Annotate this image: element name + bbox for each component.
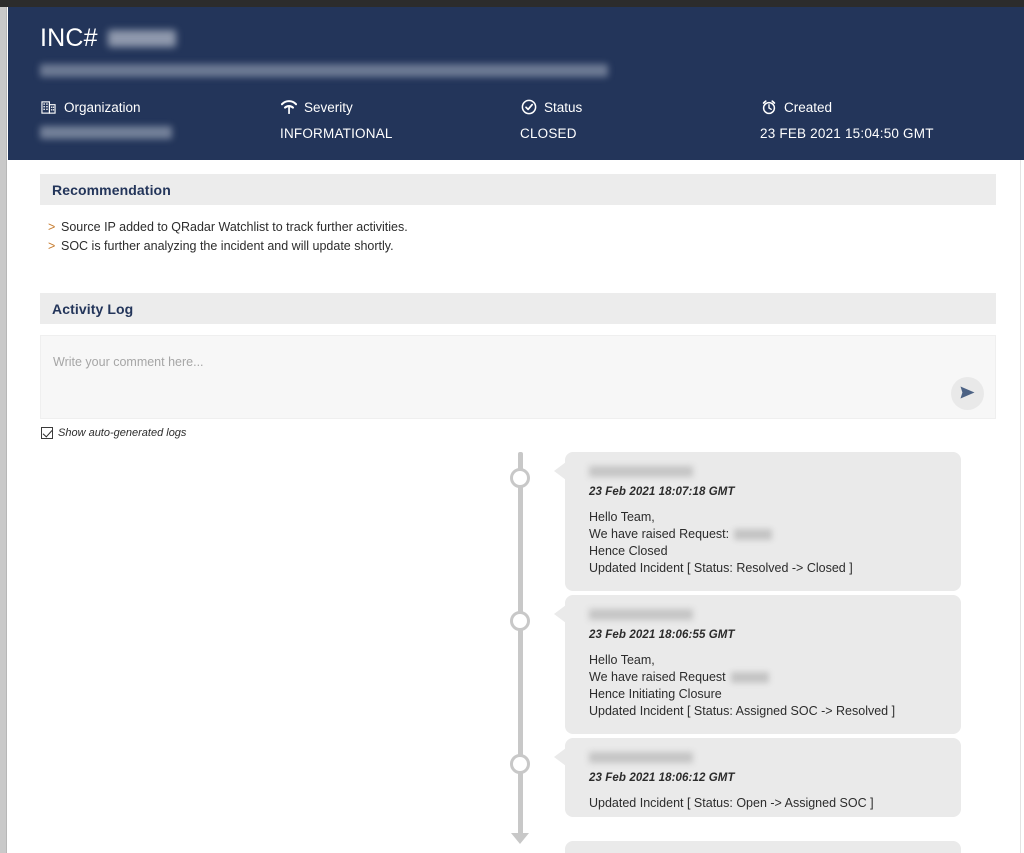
log-line: Hence Closed — [589, 543, 945, 560]
send-icon — [959, 385, 976, 403]
meta-status: Status CLOSED — [520, 97, 760, 142]
left-scroll-rail[interactable] — [0, 7, 7, 853]
log-line-text: Hence Initiating Closure — [589, 687, 722, 701]
comment-input[interactable] — [41, 336, 995, 418]
recommendation-item-text: SOC is further analyzing the incident an… — [61, 239, 394, 253]
log-author-redacted — [589, 752, 693, 763]
activity-log-card — [565, 841, 961, 853]
caret-icon: > — [48, 239, 56, 253]
meta-severity-head: Severity — [280, 97, 520, 117]
meta-organization-label: Organization — [64, 99, 141, 115]
send-comment-button[interactable] — [951, 377, 984, 410]
recommendation-list: > Source IP added to QRadar Watchlist to… — [48, 218, 1020, 256]
log-line-text: We have raised Request — [589, 670, 726, 684]
log-line: We have raised Request: — [589, 526, 945, 543]
incident-summary-redacted — [40, 64, 608, 77]
log-line-text: Updated Incident [ Status: Resolved -> C… — [589, 561, 853, 575]
incident-number-redacted — [107, 29, 176, 47]
comment-box — [40, 335, 996, 419]
meta-created-value: 23 FEB 2021 15:04:50 GMT — [760, 126, 934, 141]
request-id-redacted — [730, 672, 769, 683]
meta-organization-head: Organization — [40, 97, 280, 117]
card-notch-icon — [554, 605, 566, 623]
activity-log-section-header: Activity Log — [40, 293, 996, 324]
recommendation-item: > Source IP added to QRadar Watchlist to… — [48, 218, 1020, 237]
request-id-redacted — [734, 529, 773, 540]
timeline-line — [518, 452, 523, 837]
incident-body: Recommendation > Source IP added to QRad… — [8, 160, 1020, 853]
window-title-bar — [0, 0, 1024, 7]
incident-detail-page: INC# Organization Severity INFORMATIONAL… — [0, 0, 1024, 853]
show-auto-generated-logs-row[interactable]: Show auto-generated logs — [41, 427, 1020, 439]
log-timestamp: 23 Feb 2021 18:07:18 GMT — [589, 486, 735, 498]
status-badge: CLOSED — [520, 126, 577, 141]
activity-log-title: Activity Log — [52, 300, 134, 317]
log-line-text: We have raised Request: — [589, 527, 730, 541]
check-circle-icon — [520, 99, 537, 116]
log-line: Updated Incident [ Status: Assigned SOC … — [589, 703, 945, 720]
log-line: Hello Team, — [589, 652, 945, 669]
activity-timeline: 23 Feb 2021 18:07:18 GMT Hello Team, We … — [8, 452, 1020, 853]
meta-status-label: Status — [544, 99, 583, 115]
activity-log-card: 23 Feb 2021 18:07:18 GMT Hello Team, We … — [554, 452, 961, 591]
signal-bars-icon — [280, 99, 297, 116]
log-line-text: Hello Team, — [589, 510, 655, 524]
meta-organization-value-redacted — [40, 126, 172, 139]
log-line: Updated Incident [ Status: Resolved -> C… — [589, 560, 945, 577]
recommendation-title: Recommendation — [52, 181, 171, 198]
recommendation-item: > SOC is further analyzing the incident … — [48, 237, 1020, 256]
meta-severity-value: INFORMATIONAL — [280, 126, 393, 141]
meta-created-head: Created — [760, 97, 1000, 117]
meta-status-head: Status — [520, 97, 760, 117]
building-icon — [40, 99, 57, 116]
log-line: We have raised Request — [589, 669, 945, 686]
activity-log-card: 23 Feb 2021 18:06:55 GMT Hello Team, We … — [554, 595, 961, 734]
log-line-text: Updated Incident [ Status: Assigned SOC … — [589, 704, 896, 718]
page-title: INC# — [40, 23, 98, 52]
log-author-redacted — [589, 609, 693, 620]
log-message: Hello Team, We have raised Request Hence… — [589, 652, 945, 720]
card-notch-icon — [554, 748, 566, 766]
log-line-text: Hence Closed — [589, 544, 668, 558]
timeline-node-icon — [510, 611, 530, 631]
meta-created-label: Created — [784, 99, 833, 115]
timeline-node-icon — [510, 754, 530, 774]
recommendation-item-text: Source IP added to QRadar Watchlist to t… — [61, 220, 408, 234]
meta-created: Created 23 FEB 2021 15:04:50 GMT — [760, 97, 1000, 142]
recommendation-section-header: Recommendation — [40, 174, 996, 205]
log-line: Updated Incident [ Status: Open -> Assig… — [589, 795, 945, 812]
log-line-text: Updated Incident [ Status: Open -> Assig… — [589, 796, 874, 810]
meta-severity: Severity INFORMATIONAL — [280, 97, 520, 142]
alarm-clock-icon — [760, 99, 777, 116]
show-auto-generated-logs-checkbox[interactable] — [41, 427, 53, 439]
log-message: Updated Incident [ Status: Open -> Assig… — [589, 795, 945, 812]
log-line: Hence Initiating Closure — [589, 686, 945, 703]
meta-severity-label: Severity — [304, 99, 353, 115]
log-timestamp: 23 Feb 2021 18:06:12 GMT — [589, 772, 735, 784]
meta-organization: Organization — [40, 97, 280, 142]
card-notch-icon — [554, 462, 566, 480]
log-line: Hello Team, — [589, 509, 945, 526]
timeline-node-icon — [510, 468, 530, 488]
log-author-redacted — [589, 466, 693, 477]
activity-log-card: 23 Feb 2021 18:06:12 GMT Updated Inciden… — [554, 738, 961, 817]
show-auto-generated-logs-label: Show auto-generated logs — [58, 427, 187, 439]
log-message: Hello Team, We have raised Request: Henc… — [589, 509, 945, 577]
incident-meta-row: Organization Severity INFORMATIONAL Stat… — [40, 97, 1000, 142]
timeline-end-cap-icon — [511, 833, 529, 844]
log-line-text: Hello Team, — [589, 653, 655, 667]
incident-header: INC# Organization Severity INFORMATIONAL… — [8, 7, 1024, 160]
caret-icon: > — [48, 220, 56, 234]
incident-id-line: INC# — [40, 21, 1024, 55]
log-timestamp: 23 Feb 2021 18:06:55 GMT — [589, 629, 735, 641]
